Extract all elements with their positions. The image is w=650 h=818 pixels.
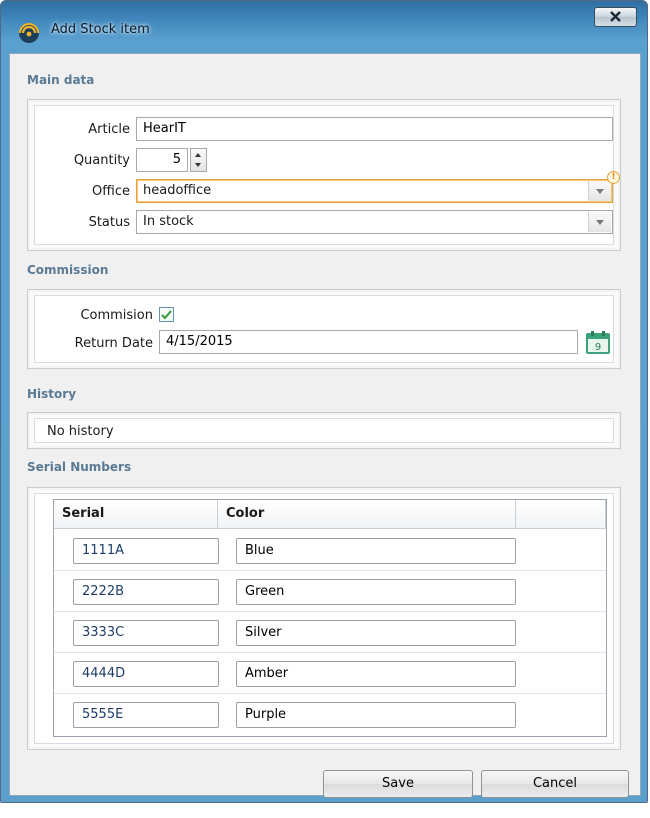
window-title: Add Stock item <box>51 22 150 37</box>
chevron-down-icon[interactable] <box>588 181 611 201</box>
column-header-serial[interactable]: Serial <box>54 500 218 528</box>
title-bar[interactable]: Add Stock item <box>1 1 647 53</box>
save-button[interactable]: Save <box>323 770 473 798</box>
commission-label: Commision <box>80 308 153 323</box>
office-dropdown[interactable]: headoffice <box>136 179 613 203</box>
history-panel <box>34 418 614 443</box>
commission-heading: Commission <box>27 263 109 277</box>
table-row[interactable]: 3333C Silver <box>54 611 606 653</box>
color-cell[interactable]: Blue <box>236 538 516 564</box>
close-icon <box>610 11 621 22</box>
quantity-stepper[interactable] <box>190 148 207 172</box>
return-date-label: Return Date <box>74 336 153 351</box>
office-selected-value: headoffice <box>143 183 212 198</box>
history-group <box>27 412 621 449</box>
checkmark-icon <box>161 310 172 320</box>
app-logo-icon <box>19 23 39 43</box>
serial-numbers-table[interactable]: Serial Color 1111A Blue 2222B Green 3333… <box>53 499 607 737</box>
commission-group <box>27 289 621 369</box>
column-header-color[interactable]: Color <box>218 500 516 528</box>
table-row[interactable]: 2222B Green <box>54 570 606 612</box>
color-cell[interactable]: Green <box>236 579 516 605</box>
warning-icon: ! <box>607 171 620 184</box>
status-dropdown[interactable]: In stock <box>136 210 613 234</box>
article-input[interactable]: HearIT <box>136 117 613 141</box>
serial-cell[interactable]: 2222B <box>73 579 219 605</box>
office-label: Office <box>92 184 130 199</box>
article-label: Article <box>88 122 130 137</box>
color-cell[interactable]: Silver <box>236 620 516 646</box>
return-date-input[interactable]: 4/15/2015 <box>159 330 578 354</box>
decrement-icon[interactable] <box>193 161 204 170</box>
history-heading: History <box>27 387 77 401</box>
close-button[interactable] <box>594 7 637 27</box>
calendar-button[interactable]: 9 <box>584 330 612 356</box>
color-cell[interactable]: Amber <box>236 661 516 687</box>
table-header: Serial Color <box>54 500 606 529</box>
status-selected-value: In stock <box>143 214 194 229</box>
chevron-down-icon[interactable] <box>588 212 611 232</box>
increment-icon[interactable] <box>193 151 204 160</box>
quantity-label: Quantity <box>73 153 130 168</box>
cancel-button[interactable]: Cancel <box>481 770 629 798</box>
main-data-heading: Main data <box>27 73 95 87</box>
serial-cell[interactable]: 1111A <box>73 538 219 564</box>
table-row[interactable]: 4444D Amber <box>54 652 606 694</box>
serial-cell[interactable]: 3333C <box>73 620 219 646</box>
calendar-icon: 9 <box>586 331 610 354</box>
table-row[interactable]: 1111A Blue <box>54 529 606 571</box>
quantity-input[interactable]: 5 <box>136 148 188 172</box>
table-row[interactable]: 5555E Purple <box>54 693 606 734</box>
status-label: Status <box>88 215 130 230</box>
serial-numbers-heading: Serial Numbers <box>27 460 132 474</box>
serial-cell[interactable]: 5555E <box>73 702 219 728</box>
color-cell[interactable]: Purple <box>236 702 516 728</box>
history-text: No history <box>47 424 114 439</box>
calendar-day: 9 <box>595 342 601 353</box>
commission-checkbox[interactable] <box>159 307 174 322</box>
column-header-empty <box>516 500 606 528</box>
serial-cell[interactable]: 4444D <box>73 661 219 687</box>
